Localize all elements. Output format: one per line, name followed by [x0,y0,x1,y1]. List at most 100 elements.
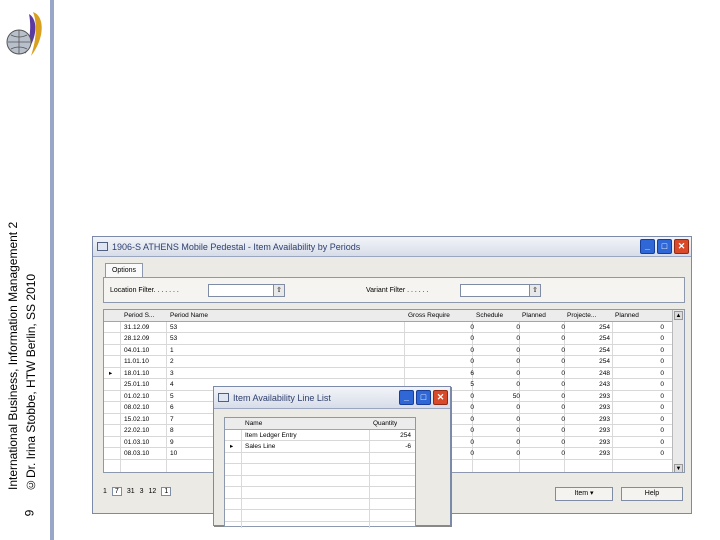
nav-month[interactable]: 31 [127,488,135,495]
cell-gross-requirement: 0 [470,358,474,365]
cell-scheduled: 0 [516,335,520,342]
empty-row[interactable] [225,510,415,522]
nav-year[interactable]: 12 [149,488,157,495]
cell-planned-2: 0 [660,450,664,457]
scroll-up-icon[interactable]: ▲ [674,311,683,320]
cell-planned: 0 [561,358,565,365]
cell-gross-requirement: 5 [470,381,474,388]
location-lookup-icon[interactable]: ⇧ [273,284,285,297]
popup-minimize-icon[interactable]: _ [399,390,414,405]
popup-form-icon [218,393,229,402]
cell-projected: 248 [599,369,610,377]
table-row[interactable]: 04.01.10 1 0 0 0 254 0 [104,345,674,356]
nav-week[interactable]: 7 [111,487,122,496]
cell-planned-2: 0 [660,438,664,446]
cell-planned: 0 [561,381,565,388]
cell-planned: 0 [561,427,565,434]
col-scheduled[interactable]: Schedule [476,310,503,322]
author-line: ©Dr. Irina Stobbe, HTW Berlin, SS 2010 [24,273,38,492]
window-title: 1906-S ATHENS Mobile Pedestal - Item Ava… [112,241,361,252]
cell-period-name: 4 [170,381,174,388]
help-button[interactable]: Help [621,487,683,501]
variant-lookup-icon[interactable]: ⇧ [529,284,541,297]
grid-header: Period S... Period Name Gross Require Sc… [104,310,674,322]
cell-gross-requirement: 0 [470,404,474,411]
cell-period-start: 18.01.10 [124,369,150,377]
cell-period-name: 8 [170,427,174,434]
empty-row[interactable] [225,499,415,510]
cell-scheduled: 0 [516,381,520,388]
popup-title: Item Availability Line List [233,392,331,403]
cell-scheduled: 0 [516,369,520,377]
scroll-down-icon[interactable]: ▼ [674,464,683,472]
table-row[interactable]: 31.12.09 53 0 0 0 254 0 [104,322,674,333]
col-period-name[interactable]: Period Name [170,310,208,322]
cell-planned-2: 0 [660,335,664,342]
empty-row[interactable] [225,476,415,487]
cell-planned-2: 0 [660,404,664,411]
col-name[interactable]: Name [245,418,262,430]
cell-period-name: 53 [170,335,178,342]
popup-close-icon[interactable]: ✕ [433,390,448,405]
course-title: International Business, Information Mana… [6,221,20,490]
col-quantity[interactable]: Quantity [373,418,397,430]
popup-maximize-icon[interactable]: □ [416,390,431,405]
cell-period-start: 28.12.09 [124,335,150,342]
cell-period-start: 08.03.10 [124,450,150,457]
minimize-icon[interactable]: _ [640,239,655,254]
cell-quantity: -6 [405,443,411,450]
cell-period-name: 1 [170,346,174,354]
period-navigation: 1 7 31 3 12 1 [103,487,172,496]
cell-period-start: 25.01.10 [124,381,150,388]
table-row[interactable]: ▸ 18.01.10 3 6 0 0 248 0 [104,368,674,379]
table-row[interactable]: ▸ Sales Line -6 [225,441,415,453]
empty-row[interactable] [225,464,415,476]
empty-row[interactable] [225,487,415,499]
slide-divider [50,0,54,540]
close-icon[interactable]: ✕ [674,239,689,254]
col-gross-requirement[interactable]: Gross Require [408,310,450,322]
line-list-grid: Name Quantity Item Ledger Entry 254 ▸ Sales… [224,417,416,528]
cell-scheduled: 0 [516,358,520,365]
item-button[interactable]: Item ▾ [555,487,613,501]
nav-quarter[interactable]: 3 [140,488,144,495]
page-number: 9 [22,509,37,517]
cell-gross-requirement: 0 [470,438,474,446]
variant-filter-input[interactable] [460,284,530,297]
col-planned-2[interactable]: Planned [615,310,639,322]
empty-row[interactable] [225,453,415,464]
cell-period-start: 01.03.10 [124,438,150,446]
grid-scrollbar[interactable]: ▲ ▼ [672,310,684,472]
cell-planned-2: 0 [660,358,664,365]
table-row[interactable]: 11.01.10 2 0 0 0 254 0 [104,356,674,368]
maximize-icon[interactable]: □ [657,239,672,254]
cell-scheduled: 50 [512,392,520,400]
nav-day[interactable]: 1 [103,488,107,495]
line-list-popup: Item Availability Line List _ □ ✕ Name Q… [213,386,451,528]
cell-planned-2: 0 [660,381,664,388]
col-period-start[interactable]: Period S... [124,310,154,322]
nav-period[interactable]: 1 [161,487,172,496]
col-projected[interactable]: Projecte... [567,310,596,322]
cell-period-start: 08.02.10 [124,404,150,411]
table-row[interactable]: Item Ledger Entry 254 [225,430,415,441]
cell-planned-2: 0 [660,369,664,377]
tab-options[interactable]: Options [105,263,143,277]
cell-planned: 0 [561,415,565,423]
cell-period-name: 10 [170,450,178,457]
cell-period-start: 31.12.09 [124,323,150,331]
table-row[interactable]: 28.12.09 53 0 0 0 254 0 [104,333,674,345]
university-logo-icon [6,12,42,56]
cell-period-name: 9 [170,438,174,446]
cell-period-name: 7 [170,415,174,423]
location-filter-input[interactable] [208,284,274,297]
col-planned[interactable]: Planned [522,310,546,322]
cell-quantity: 254 [400,431,411,439]
cell-period-start: 04.01.10 [124,346,150,354]
cell-period-name: 53 [170,323,178,331]
cell-name: Sales Line [245,443,276,450]
cell-projected: 293 [599,404,610,411]
cell-projected: 254 [599,346,610,354]
popup-grid-header: Name Quantity [225,418,415,430]
cell-scheduled: 0 [516,427,520,434]
